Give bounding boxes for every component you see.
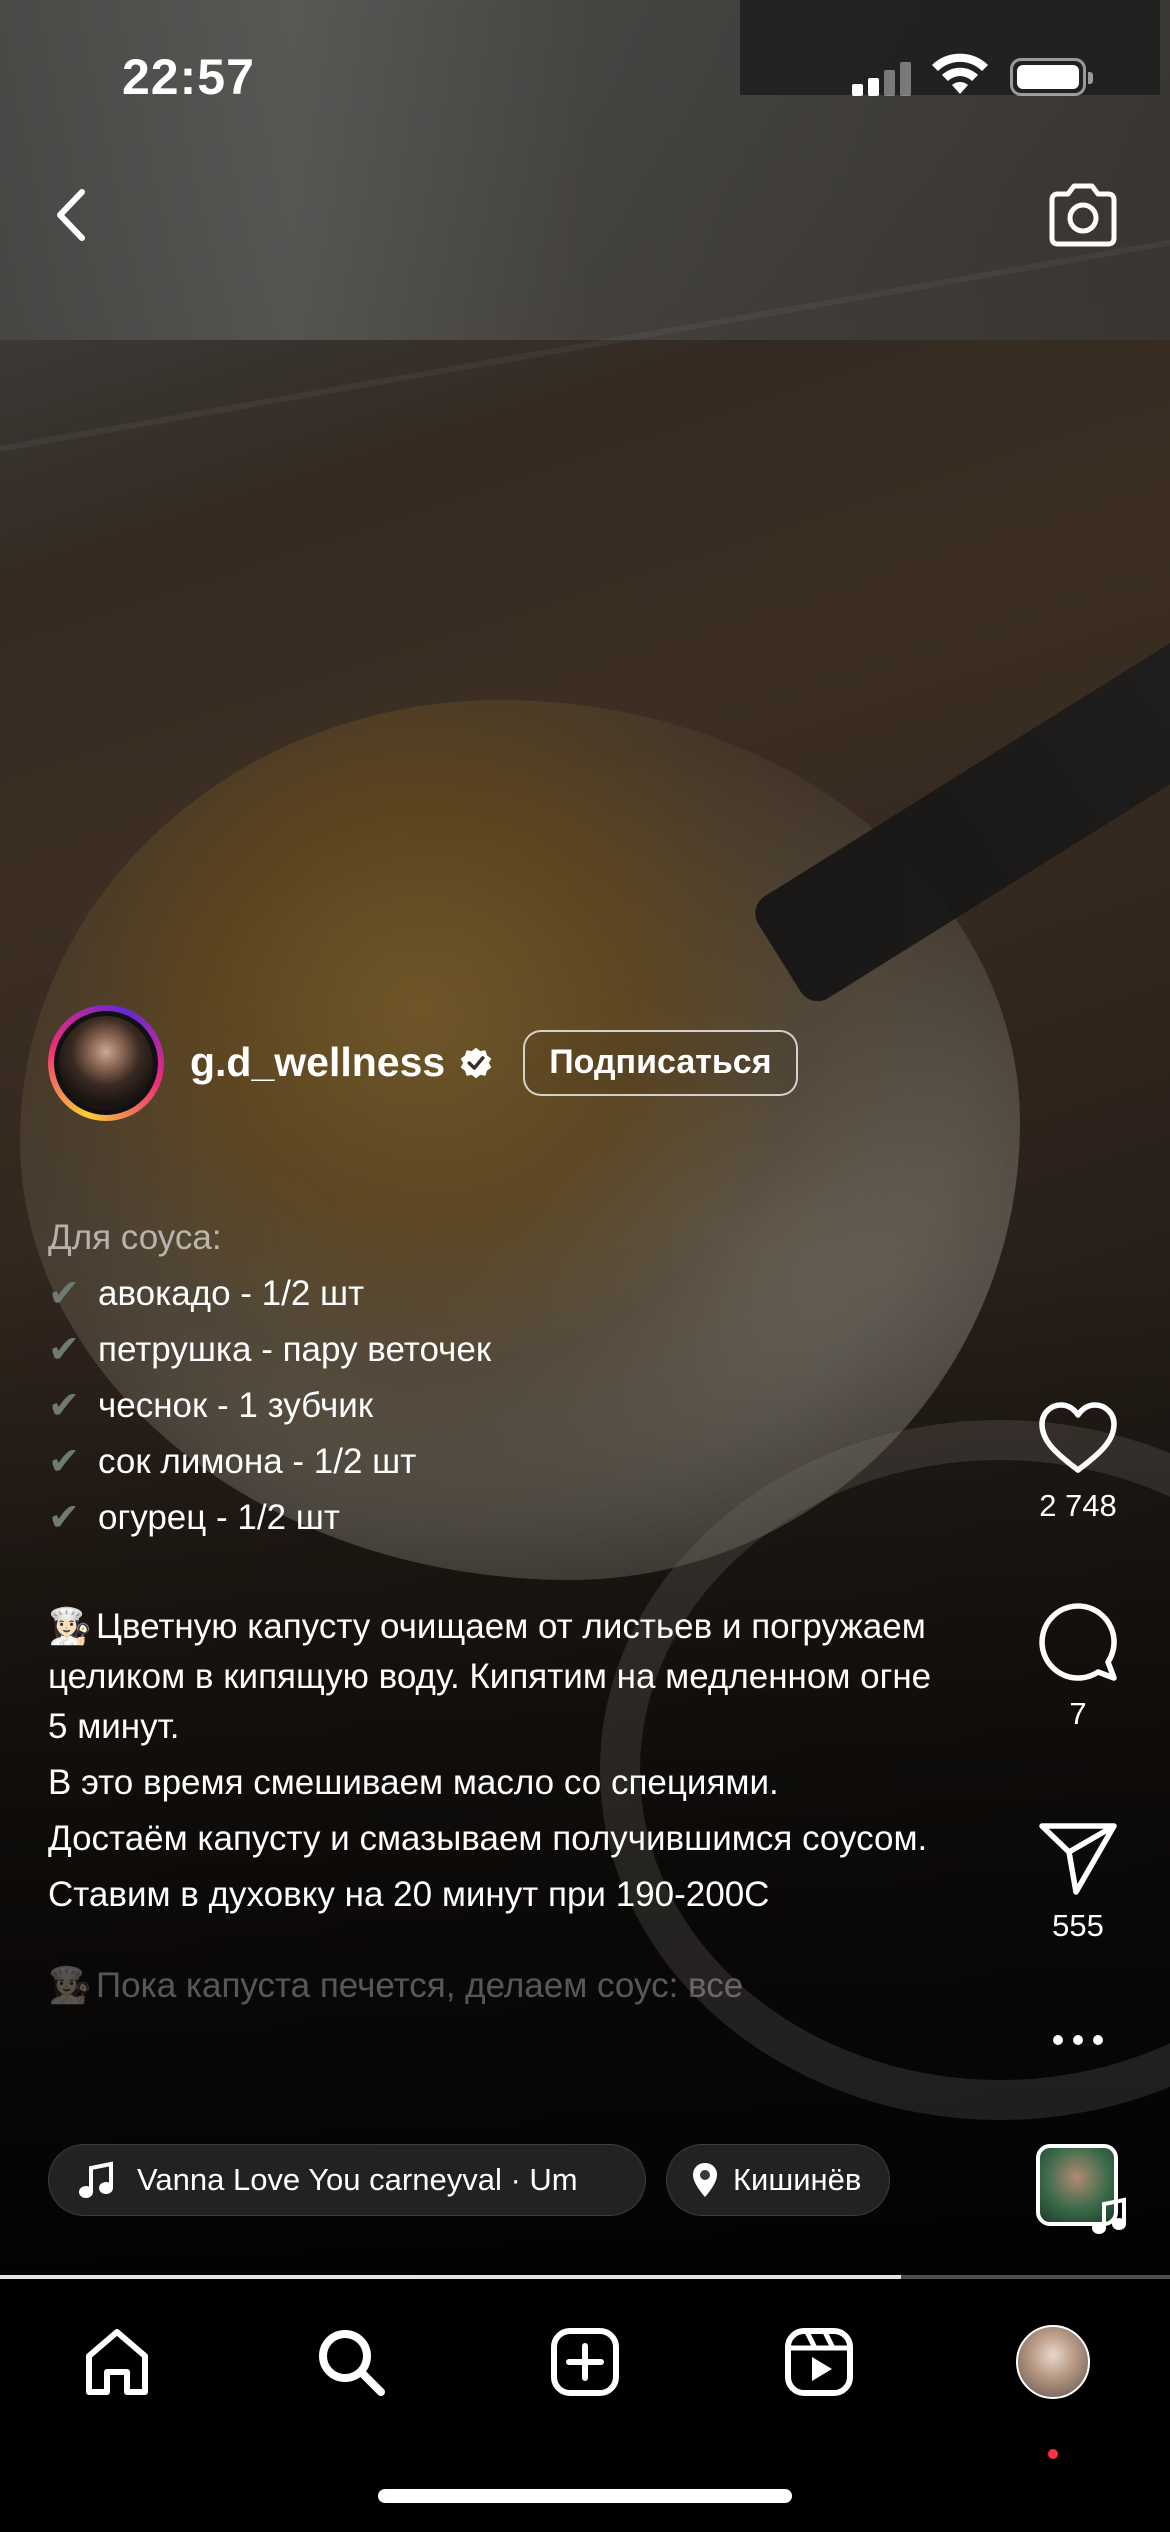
recipe-step: Ставим в духовку на 20 минут при 190-200… <box>48 1875 770 1914</box>
caption-truncated-line: 👩🏻‍🍳 Пока капуста печется, делаем соус: в… <box>48 1958 948 2014</box>
profile-avatar <box>1016 2325 1090 2399</box>
share-count: 555 <box>1052 1908 1104 1943</box>
chevron-left-icon <box>57 189 85 241</box>
check-mark-icon: ✔ <box>48 1329 80 1371</box>
comment-bubble-icon <box>1039 1603 1117 1681</box>
author-username[interactable]: g.d_wellness <box>190 1039 445 1086</box>
more-options-button[interactable] <box>1020 2030 1136 2050</box>
home-icon <box>86 2329 148 2395</box>
ingredient-text: петрушка - пару веточек <box>98 1330 492 1369</box>
nav-create-button[interactable] <box>540 2317 630 2407</box>
sauce-title: Для соуса: <box>48 1218 222 1257</box>
recipe-step: 👩🏻‍🍳 Цветную капусту очищаем от листьев и… <box>48 1602 948 1752</box>
paper-plane-icon <box>1039 1823 1117 1895</box>
ingredient-text: авокадо - 1/2 шт <box>98 1274 365 1313</box>
chef-emoji-icon: 👩🏻‍🍳 <box>48 1607 92 1646</box>
author-row: g.d_wellness Подписаться <box>48 1000 798 1125</box>
author-avatar[interactable] <box>48 1004 164 1121</box>
ingredient-text: сок лимона - 1/2 шт <box>98 1442 417 1481</box>
ingredient-item: ✔ сок лимона - 1/2 шт <box>48 1434 948 1490</box>
nav-home-button[interactable] <box>72 2317 162 2407</box>
recipe-step: В это время смешиваем масло со специями. <box>48 1763 779 1802</box>
like-action[interactable]: 2 748 <box>1020 1400 1136 1524</box>
check-mark-icon: ✔ <box>48 1441 80 1483</box>
like-count: 2 748 <box>1039 1488 1117 1523</box>
more-dots-icon <box>1053 2035 1103 2045</box>
check-mark-icon: ✔ <box>48 1273 80 1315</box>
back-button[interactable] <box>26 170 116 260</box>
location-text: Кишинёв <box>733 2162 862 2197</box>
ingredient-text: чеснок - 1 зубчик <box>98 1386 374 1425</box>
nav-profile-button[interactable] <box>1008 2317 1098 2407</box>
reel-caption[interactable]: Для соуса: ✔ авокадо - 1/2 шт ✔ петрушка… <box>48 1210 948 2014</box>
ingredient-item: ✔ огурец - 1/2 шт <box>48 1490 948 1546</box>
music-track-text: Vanna Love You carneyval · Um <box>137 2162 578 2197</box>
search-icon <box>319 2330 385 2396</box>
ingredient-item: ✔ чеснок - 1 зубчик <box>48 1378 948 1434</box>
verified-badge-icon <box>460 1047 492 1078</box>
truncated-text: Пока капуста печется, делаем соус: все <box>96 1966 744 2005</box>
reels-icon <box>785 2328 853 2396</box>
ingredient-text: огурец - 1/2 шт <box>98 1498 340 1537</box>
check-mark-icon: ✔ <box>48 1497 80 1539</box>
recipe-step: Достаём капусту и смазываем получившимся… <box>48 1819 928 1858</box>
profile-notification-dot <box>1048 2449 1058 2459</box>
camera-icon <box>1049 183 1117 247</box>
check-mark-icon: ✔ <box>48 1385 80 1427</box>
recipe-step-text: Цветную капусту очищаем от листьев и пог… <box>48 1607 932 1746</box>
ingredient-item: ✔ авокадо - 1/2 шт <box>48 1266 948 1322</box>
status-bar: 22:57 <box>0 0 1170 150</box>
camera-button[interactable] <box>1038 170 1128 260</box>
share-action[interactable]: 555 <box>1020 1820 1136 1944</box>
avatar-photo <box>59 1015 153 1110</box>
status-time: 22:57 <box>122 49 255 105</box>
location-pin-icon <box>693 2163 717 2197</box>
nav-search-button[interactable] <box>306 2317 396 2407</box>
comment-action[interactable]: 7 <box>1020 1600 1136 1732</box>
wifi-icon <box>932 53 988 94</box>
audio-music-note-icon <box>1092 2197 1126 2234</box>
comment-count: 7 <box>1069 1696 1087 1731</box>
create-icon <box>551 2328 619 2396</box>
recipe-steps: 👩🏻‍🍳 Цветную капусту очищаем от листьев и… <box>48 1602 948 1920</box>
location-pill[interactable]: Кишинёв <box>666 2144 891 2216</box>
chef-emoji-icon: 👩🏻‍🍳 <box>48 1966 92 2005</box>
heart-icon <box>1039 1402 1117 1473</box>
cellular-signal-icon <box>852 60 912 96</box>
follow-button[interactable]: Подписаться <box>523 1029 798 1096</box>
nav-reels-button[interactable] <box>774 2317 864 2407</box>
home-indicator <box>378 2489 792 2503</box>
ingredient-item: ✔ петрушка - пару веточек <box>48 1322 948 1378</box>
battery-icon <box>1010 58 1093 96</box>
music-pill[interactable]: Vanna Love You carneyval · Um <box>48 2144 646 2216</box>
music-note-icon <box>79 2161 113 2198</box>
